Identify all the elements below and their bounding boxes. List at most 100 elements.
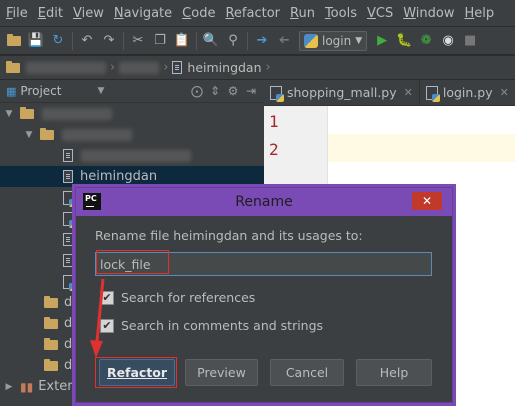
menu-vcs[interactable]: VCS: [363, 6, 397, 21]
checkbox-checked-icon[interactable]: ✔: [100, 318, 114, 333]
folder-icon: [20, 106, 34, 119]
paste-icon[interactable]: 📋: [171, 30, 193, 52]
menu-navigate[interactable]: Navigate: [110, 6, 176, 21]
run-configuration-select[interactable]: login ▼: [299, 30, 368, 51]
python-file-icon: [270, 85, 284, 102]
coverage-icon[interactable]: ❁: [415, 30, 437, 52]
folder-icon: [44, 337, 58, 350]
menu-edit[interactable]: Edit: [34, 6, 67, 21]
tree-row-heimingdan[interactable]: heimingdan: [0, 166, 264, 187]
copy-icon[interactable]: ❐: [149, 30, 171, 52]
folder-icon: [40, 127, 54, 140]
close-icon[interactable]: ✕: [404, 86, 413, 99]
rename-dialog: PC Rename ✕ Rename file heimingdan and i…: [75, 187, 453, 403]
open-folder-icon[interactable]: [3, 30, 25, 52]
chevron-down-icon[interactable]: ▼: [97, 86, 104, 96]
tab-label: login.py: [442, 85, 493, 100]
blurred-breadcrumb: [26, 61, 106, 74]
menu-refactor[interactable]: Refactor: [221, 6, 284, 21]
find-icon[interactable]: 🔍: [200, 30, 222, 52]
main-toolbar: 💾 ↻ ↶ ↷ ✂ ❐ 📋 🔍 ⚲ ➔ ➔ login ▼ ▶ 🐛 ❁ ◉ ■: [0, 27, 515, 55]
checkbox-checked-icon[interactable]: ✔: [100, 290, 114, 305]
menu-run[interactable]: Run: [286, 6, 319, 21]
project-view-icon: ▦: [6, 84, 17, 98]
blurred-item: [62, 128, 132, 141]
cancel-button-label: Cancel: [285, 365, 329, 380]
annotation-box: [95, 357, 177, 388]
libraries-icon: ▮▮: [20, 379, 34, 394]
stop-icon[interactable]: ■: [459, 30, 481, 52]
preview-button[interactable]: Preview: [185, 359, 258, 386]
forward-icon[interactable]: ➔: [273, 30, 295, 52]
folder-icon: [44, 316, 58, 329]
tab-login[interactable]: login.py ✕: [420, 79, 515, 106]
run-icon[interactable]: ▶: [371, 30, 393, 52]
hide-icon[interactable]: ⇥: [242, 84, 260, 98]
menu-window[interactable]: Window: [399, 6, 458, 21]
settings-icon[interactable]: ⚙: [224, 84, 242, 98]
toolbar-separator: [123, 31, 124, 50]
project-panel-header: ▦ Project ▼ ⨀ ⇕ ⚙ ⇥: [0, 80, 264, 103]
menu-code[interactable]: Code: [178, 6, 219, 21]
folder-icon: [44, 295, 58, 308]
toolbar-separator: [247, 31, 248, 50]
search-comments-option[interactable]: ✔ Search in comments and strings: [100, 318, 323, 333]
debug-icon[interactable]: 🐛: [393, 30, 415, 52]
tree-row-subfolder[interactable]: ▼: [0, 124, 264, 145]
editor-tabs: shopping_mall.py ✕ login.py ✕: [264, 79, 515, 106]
file-icon: [63, 149, 73, 162]
collapse-icon[interactable]: ⇕: [206, 84, 224, 98]
redo-icon[interactable]: ↷: [98, 30, 120, 52]
dialog-title-bar[interactable]: PC Rename ✕: [76, 188, 452, 216]
profile-icon[interactable]: ◉: [437, 30, 459, 52]
menu-view[interactable]: View: [69, 6, 108, 21]
breadcrumb-separator: ›: [110, 60, 116, 75]
replace-icon[interactable]: ⚲: [222, 30, 244, 52]
undo-icon[interactable]: ↶: [76, 30, 98, 52]
target-icon[interactable]: ⨀: [188, 84, 206, 98]
menu-file[interactable]: File: [2, 6, 32, 21]
python-file-icon: [63, 190, 77, 207]
python-file-icon: [63, 274, 77, 291]
pycharm-logo-icon: PC: [83, 193, 101, 210]
breadcrumb: › › heimingdan ›: [0, 56, 515, 80]
save-icon[interactable]: 💾: [25, 30, 47, 52]
expand-icon[interactable]: ▼: [4, 109, 14, 119]
folder-icon: [6, 60, 20, 73]
run-configuration-label: login: [322, 33, 352, 48]
blurred-item: [81, 149, 191, 162]
tab-shopping-mall[interactable]: shopping_mall.py ✕: [264, 79, 420, 106]
menu-tools[interactable]: Tools: [321, 6, 361, 21]
project-title[interactable]: Project: [20, 84, 61, 98]
file-icon: [172, 61, 183, 74]
help-button[interactable]: Help: [356, 359, 432, 386]
dialog-title: Rename: [235, 194, 293, 210]
file-icon: [63, 170, 73, 183]
menu-help[interactable]: Help: [461, 6, 499, 21]
file-icon: [63, 254, 73, 267]
close-icon[interactable]: ✕: [500, 86, 509, 99]
close-icon[interactable]: ✕: [412, 192, 442, 210]
search-references-option[interactable]: ✔ Search for references: [100, 290, 255, 305]
breadcrumb-separator: ›: [163, 60, 169, 75]
chevron-down-icon: ▼: [355, 35, 363, 46]
tree-row-root[interactable]: ▼: [0, 103, 264, 124]
tab-label: shopping_mall.py: [287, 85, 397, 100]
cut-icon[interactable]: ✂: [127, 30, 149, 52]
checkbox-label: Search in comments and strings: [121, 318, 324, 333]
python-file-icon: [425, 85, 440, 102]
menu-bar: File Edit View Navigate Code Refactor Ru…: [0, 0, 515, 27]
help-button-label: Help: [379, 365, 409, 380]
blurred-item: [42, 107, 112, 120]
expand-icon[interactable]: ▼: [24, 130, 34, 140]
sync-icon[interactable]: ↻: [47, 30, 69, 52]
toolbar-separator: [196, 31, 197, 50]
tree-row-file[interactable]: [0, 145, 264, 166]
cancel-button[interactable]: Cancel: [270, 359, 344, 386]
expand-icon[interactable]: ▶: [4, 382, 14, 392]
checkbox-label: Search for references: [121, 290, 256, 305]
back-icon[interactable]: ➔: [251, 30, 273, 52]
breadcrumb-separator: ›: [265, 60, 271, 75]
breadcrumb-file[interactable]: heimingdan: [187, 60, 261, 75]
line-number: 2: [269, 140, 279, 159]
